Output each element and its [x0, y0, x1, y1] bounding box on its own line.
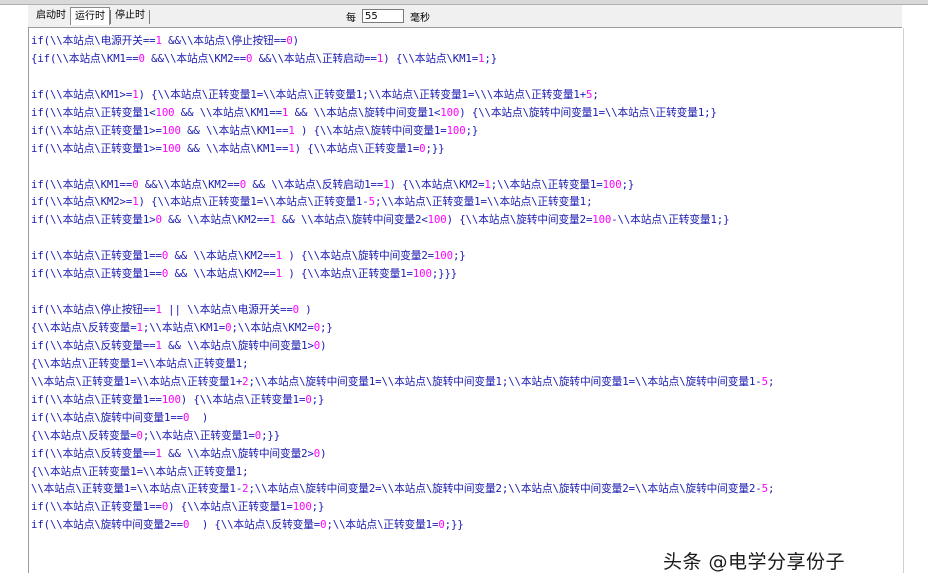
- code-line: if(\\本站点\反转变量==1 && \\本站点\旋转中间变量2>0): [31, 446, 327, 460]
- code-line: if(\\本站点\反转变量==1 && \\本站点\旋转中间变量1>0): [31, 338, 327, 352]
- code-line: if(\\本站点\停止按钮==1 || \\本站点\电源开关==0 ): [31, 303, 312, 317]
- period-ms-input[interactable]: [362, 9, 404, 23]
- code-line: if(\\本站点\正转变量1<100 && \\本站点\KM1==1 && \\…: [31, 105, 717, 119]
- tab-running[interactable]: 运行时: [70, 7, 110, 25]
- code-line: if(\\本站点\正转变量1==0 && \\本站点\KM2==1 ) {\\本…: [31, 249, 466, 263]
- code-line: if(\\本站点\正转变量1>0 && \\本站点\KM2==1 && \\本站…: [31, 213, 730, 227]
- tab-divider: [149, 10, 150, 24]
- period-unit-label: 毫秒: [410, 12, 430, 24]
- tab-startup[interactable]: 启动时: [32, 7, 70, 25]
- tab-strip: 启动时 运行时 停止时: [32, 7, 150, 25]
- code-line: {if(\\本站点\KM1==0 &&\\本站点\KM2==0 &&\\本站点\…: [31, 51, 498, 65]
- code-line: {\\本站点\反转变量=1;\\本站点\KM1=0;\\本站点\KM2=0;}: [31, 321, 333, 334]
- period-prefix-label: 每: [346, 12, 356, 24]
- code-line: if(\\本站点\正转变量1==0) {\\本站点\正转变量1=100;}: [31, 500, 325, 514]
- code-line: if(\\本站点\正转变量1==100) {\\本站点\正转变量1=0;}: [31, 392, 325, 406]
- code-line: if(\\本站点\电源开关==1 &&\\本站点\停止按钮==0): [31, 34, 299, 47]
- cycle-period: 每 毫秒: [346, 8, 430, 24]
- script-code: if(\\本站点\电源开关==1 &&\\本站点\停止按钮==0) {if(\\本…: [31, 32, 774, 534]
- code-line: if(\\本站点\KM1==0 &&\\本站点\KM2==0 && \\本站点\…: [31, 177, 635, 191]
- code-line: {\\本站点\正转变量1=\\本站点\正转变量1;: [31, 356, 249, 370]
- code-line: {\\本站点\正转变量1=\\本站点\正转变量1;: [31, 464, 249, 478]
- script-tab-bar: 启动时 运行时 停止时 每 毫秒: [28, 5, 902, 28]
- code-line: {\\本站点\反转变量=0;\\本站点\正转变量1=0;}}: [31, 428, 281, 442]
- code-line: if(\\本站点\正转变量1>=100 && \\本站点\KM1==1 ) {\…: [31, 123, 479, 137]
- code-line: if(\\本站点\旋转中间变量2==0 ) {\\本站点\反转变量=0;\\本站…: [31, 518, 464, 532]
- script-editor[interactable]: if(\\本站点\电源开关==1 &&\\本站点\停止按钮==0) {if(\\本…: [28, 28, 904, 573]
- code-line: if(\\本站点\正转变量1==0 && \\本站点\KM2==1 ) {\\本…: [31, 267, 458, 281]
- code-line: if(\\本站点\正转变量1>=100 && \\本站点\KM1==1) {\\…: [31, 141, 445, 155]
- watermark-text: 头条 @电学分享份子: [663, 551, 846, 573]
- code-line: if(\\本站点\旋转中间变量1==0 ): [31, 410, 209, 424]
- code-line: \\本站点\正转变量1=\\本站点\正转变量1+2;\\本站点\旋转中间变量1=…: [31, 374, 775, 388]
- code-line: \\本站点\正转变量1=\\本站点\正转变量1-2;\\本站点\旋转中间变量2=…: [31, 482, 775, 496]
- code-line: if(\\本站点\KM1>=1) {\\本站点\正转变量1=\\本站点\正转变量…: [31, 87, 599, 101]
- code-line: if(\\本站点\KM2>=1) {\\本站点\正转变量1=\\本站点\正转变量…: [31, 195, 593, 209]
- tab-stop[interactable]: 停止时: [111, 7, 149, 25]
